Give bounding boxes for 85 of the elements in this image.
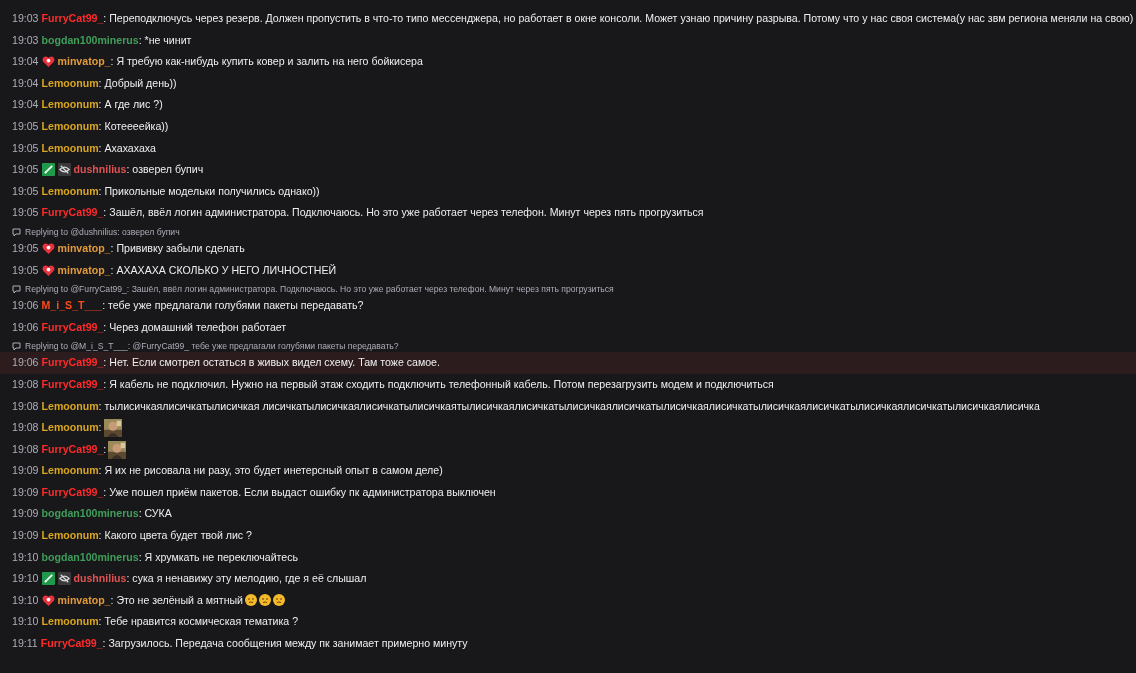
timestamp: 19:04 bbox=[12, 76, 39, 89]
reply-icon bbox=[12, 285, 21, 295]
timestamp: 19:05 bbox=[12, 163, 39, 176]
username[interactable]: Lemoonum bbox=[41, 184, 99, 197]
username[interactable]: Lemoonum bbox=[41, 76, 99, 89]
message-text: : Через домашний телефон работает bbox=[103, 320, 287, 333]
message-text: : озверел бупич bbox=[126, 163, 204, 176]
message-text: : Котеееейка)) bbox=[98, 119, 169, 132]
message-text: : Зашёл, ввёл логин администратора. Подключаюсь. Но это уже работает через телефон. Минут через пять прогрузиться bbox=[103, 206, 704, 219]
username[interactable]: FurryCat99_ bbox=[41, 485, 104, 498]
reply-icon bbox=[12, 227, 21, 237]
username[interactable]: bogdan100minerus bbox=[41, 33, 139, 46]
timestamp: 19:11 bbox=[12, 637, 38, 650]
username[interactable]: Lemoonum bbox=[41, 399, 99, 412]
username[interactable]: bogdan100minerus bbox=[41, 550, 139, 563]
reply-context: Replying to @M_i_S_T___: @FurryCat99_ тебе уже предлагали голубями пакеты передавать? bbox=[25, 341, 399, 353]
username[interactable]: FurryCat99_ bbox=[40, 637, 103, 650]
timestamp: 19:04 bbox=[12, 98, 39, 111]
timestamp: 19:09 bbox=[12, 485, 39, 498]
username[interactable]: Lemoonum bbox=[41, 421, 99, 434]
username[interactable]: Lemoonum bbox=[41, 119, 99, 132]
message-text: : Я кабель не подключил. Нужно на первый этаж сходить подключить телефонный кабель. Потом перезагрузить модем и подключиться bbox=[103, 377, 774, 390]
timestamp: 19:05 bbox=[12, 206, 39, 219]
username[interactable]: minvatop_ bbox=[57, 55, 111, 68]
message-text: : Я хрумкать не переключайтесь bbox=[138, 550, 299, 563]
timestamp: 19:08 bbox=[12, 399, 39, 412]
timestamp: 19:06 bbox=[12, 356, 39, 369]
message-text: : сука я ненавижу эту мелодию, где я её слышал bbox=[126, 572, 367, 585]
timestamp: 19:09 bbox=[12, 529, 39, 542]
username[interactable]: Lemoonum bbox=[41, 464, 99, 477]
username[interactable]: Lemoonum bbox=[41, 615, 99, 628]
message-text: : *не чинит bbox=[138, 33, 192, 46]
timestamp: 19:10 bbox=[12, 550, 39, 563]
timestamp: 19:05 bbox=[12, 119, 39, 132]
timestamp: 19:09 bbox=[12, 464, 39, 477]
message-text: : Я их не рисовала ни разу, это будет инетерсный опыт в самом деле) bbox=[98, 464, 443, 477]
message-text: : Переподключусь через резерв. Должен пропустить в что-то типо мессенджера, но работает в окне консоли. Может узнаю причину разрыва. Потому что у нас своя система(у нас звм региона меняли на свою) bbox=[103, 12, 1134, 24]
timestamp: 19:05 bbox=[12, 184, 39, 197]
message-text: : Это не зелёный а мятный bbox=[110, 593, 244, 606]
message-text: : АХАХАХА СКОЛЬКО У НЕГО ЛИЧНОСТНЕЙ bbox=[110, 263, 337, 276]
timestamp: 19:10 bbox=[12, 572, 39, 585]
username[interactable]: Lemoonum bbox=[41, 98, 99, 111]
message-text: : Загрузилось. Передача сообщения между пк занимает примерно минуту bbox=[102, 637, 468, 650]
timestamp: 19:08 bbox=[12, 377, 39, 390]
username[interactable]: FurryCat99_ bbox=[41, 320, 104, 333]
timestamp: 19:04 bbox=[12, 55, 39, 68]
username[interactable]: FurryCat99_ bbox=[41, 377, 104, 390]
timestamp: 19:05 bbox=[12, 263, 39, 276]
timestamp: 19:05 bbox=[12, 141, 39, 154]
timestamp: 19:03 bbox=[12, 12, 39, 24]
reply-context: Replying to @dushnilius: озверел бупич bbox=[25, 226, 180, 238]
message-text: : СУКА bbox=[138, 507, 172, 520]
username[interactable]: FurryCat99_ bbox=[41, 12, 104, 24]
username[interactable]: minvatop_ bbox=[57, 263, 111, 276]
message-text: : Я требую как-нибудь купить ковер и залить на него бойкисера bbox=[110, 55, 423, 68]
message-text: : bbox=[98, 421, 102, 434]
message-text: : тылисичкаялисичкатылисичкая лисичкатылисичкаялисичкатылисичкаятылисичкаялисичкатылисичкаялисичкатылисичкаялисичкатылисичкаялисичкатылисичкаялисичкатылисичкаялисичка bbox=[98, 399, 1040, 412]
message-text: : Тебе нравится космическая тематика ? bbox=[98, 615, 299, 628]
username[interactable]: minvatop_ bbox=[57, 241, 111, 254]
username[interactable]: bogdan100minerus bbox=[41, 507, 139, 520]
reply-icon bbox=[12, 342, 21, 352]
message-text: : Ахахахаха bbox=[98, 141, 156, 154]
timestamp: 19:03 bbox=[12, 33, 39, 46]
message-text: : bbox=[103, 442, 107, 455]
timestamp: 19:06 bbox=[12, 320, 39, 333]
timestamp: 19:09 bbox=[12, 507, 39, 520]
username[interactable]: FurryCat99_ bbox=[41, 442, 104, 455]
message-text: : Какого цвета будет твой лис ? bbox=[98, 529, 252, 542]
message-text: : Уже пошел приём пакетов. Если выдаст ошибку пк администратора выключен bbox=[103, 485, 496, 498]
message-text: : А где лис ?) bbox=[98, 98, 163, 111]
message-text: : Нет. Если смотрел остаться в живых видел схему. Там тоже самое. bbox=[103, 356, 440, 369]
timestamp: 19:08 bbox=[12, 442, 39, 455]
timestamp: 19:10 bbox=[12, 615, 39, 628]
timestamp: 19:05 bbox=[12, 241, 39, 254]
username[interactable]: minvatop_ bbox=[57, 593, 111, 606]
timestamp: 19:10 bbox=[12, 593, 39, 606]
message-text: : Прикольные модельки получились однако)) bbox=[98, 184, 320, 197]
timestamp: 19:06 bbox=[12, 299, 39, 312]
username[interactable]: Lemoonum bbox=[41, 141, 99, 154]
message-text: : тебе уже предлагали голубями пакеты передавать? bbox=[102, 299, 364, 312]
message-text: : Добрый день)) bbox=[98, 76, 177, 89]
timestamp: 19:08 bbox=[12, 421, 39, 434]
reply-context: Replying to @FurryCat99_: Зашёл, ввёл логин администратора. Подключаюсь. Но это уже работает через телефон. Минут через пять прогрузиться bbox=[25, 284, 614, 296]
username[interactable]: Lemoonum bbox=[41, 529, 99, 542]
message-text: : Прививку забыли сделать bbox=[110, 241, 245, 254]
